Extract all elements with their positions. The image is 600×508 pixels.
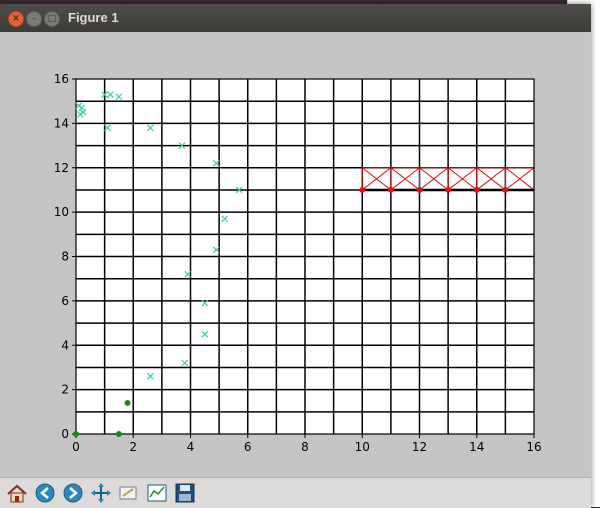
y-tick-label: 6 xyxy=(61,294,69,308)
scatter-point-dot xyxy=(115,431,122,437)
save-button[interactable] xyxy=(173,482,197,504)
scatter-point-dot xyxy=(359,186,366,193)
minimize-icon: – xyxy=(31,14,37,24)
maximize-button[interactable]: □ xyxy=(44,11,60,27)
window-title: Figure 1 xyxy=(68,10,119,25)
subplots-icon xyxy=(147,484,167,502)
home-button[interactable] xyxy=(5,482,29,504)
scatter-point-dot xyxy=(73,431,79,437)
scatter-point-dot xyxy=(416,186,423,193)
x-tick-label: 4 xyxy=(187,440,195,454)
back-arrow-icon xyxy=(35,483,55,503)
pan-cross-arrows-icon xyxy=(91,483,111,503)
close-button[interactable]: ✕ xyxy=(8,11,24,27)
figure-window: ✕ – □ Figure 1 0 2 4 6 8 10 12 14 16 0 2 4 6 8 10 12 14 1… xyxy=(0,4,591,508)
scatter-point-dot xyxy=(124,399,131,406)
x-tick-label: 14 xyxy=(469,440,484,454)
x-tick-label: 10 xyxy=(355,440,370,454)
x-tick-label: 8 xyxy=(301,440,309,454)
back-button[interactable] xyxy=(33,482,57,504)
x-tick-label: 12 xyxy=(412,440,427,454)
plot-area: 0 2 4 6 8 10 12 14 16 0 2 4 6 8 10 12 14 16 xyxy=(54,72,542,454)
x-tick-label: 6 xyxy=(244,440,252,454)
minimize-button[interactable]: – xyxy=(26,11,42,27)
y-tick-label: 12 xyxy=(54,161,69,175)
scatter-point-dot xyxy=(387,186,394,193)
forward-button[interactable] xyxy=(61,482,85,504)
y-tick-label: 0 xyxy=(61,427,69,441)
y-tick-label: 14 xyxy=(54,116,69,130)
x-tick-label: 2 xyxy=(129,440,137,454)
y-tick-label: 8 xyxy=(61,250,69,264)
figure-canvas[interactable]: 0 2 4 6 8 10 12 14 16 0 2 4 6 8 10 12 14 16 xyxy=(0,32,591,477)
pan-button[interactable] xyxy=(89,482,113,504)
forward-arrow-icon xyxy=(63,483,83,503)
navigation-toolbar xyxy=(0,477,591,508)
scatter-point-dot xyxy=(445,186,452,193)
configure-subplots-button[interactable] xyxy=(145,482,169,504)
y-tick-label: 4 xyxy=(61,338,69,352)
home-icon xyxy=(7,484,27,503)
floppy-disk-icon xyxy=(175,483,195,503)
scatter-point-dot xyxy=(473,186,480,193)
y-tick-label: 10 xyxy=(54,205,69,219)
x-tick-label: 0 xyxy=(72,440,80,454)
zoom-rect-icon xyxy=(119,486,137,500)
y-tick-label: 2 xyxy=(61,383,69,397)
y-tick-label: 16 xyxy=(54,72,69,86)
x-tick-label: 16 xyxy=(526,440,541,454)
scatter-point-dot xyxy=(502,186,509,193)
close-icon: ✕ xyxy=(12,14,20,24)
maximize-icon: □ xyxy=(47,14,57,24)
title-bar[interactable]: ✕ – □ Figure 1 xyxy=(0,4,591,32)
zoom-button[interactable] xyxy=(117,482,141,504)
